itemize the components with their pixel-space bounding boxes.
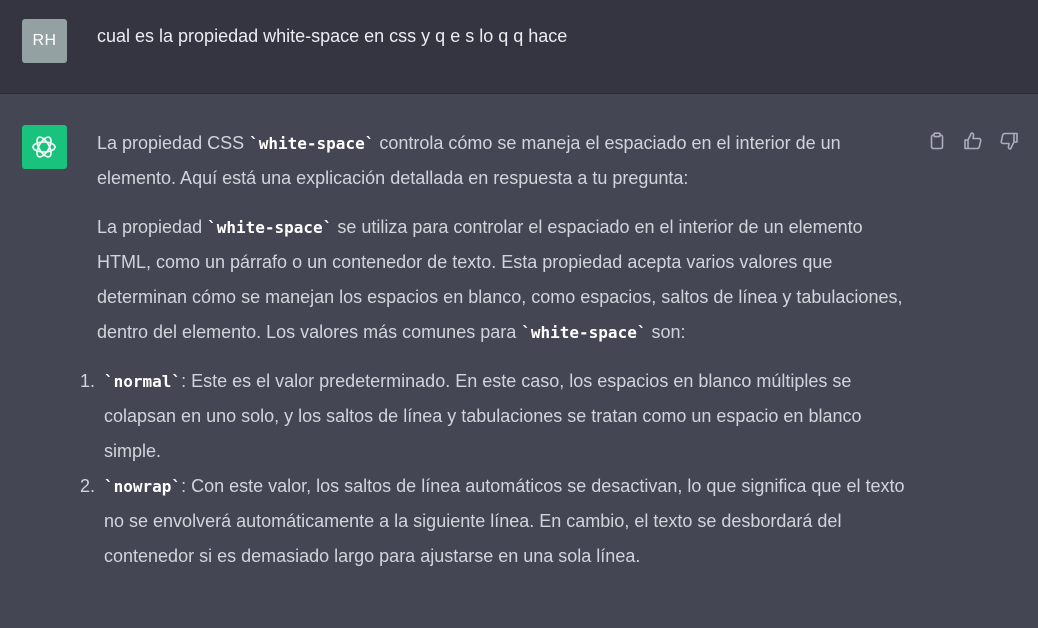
thumbs-down-icon (1000, 132, 1018, 150)
clipboard-icon (930, 132, 944, 150)
thumbs-up-icon (964, 132, 982, 150)
text: son: (646, 322, 686, 342)
user-message-row: RH cual es la propiedad white-space en c… (0, 0, 1038, 94)
list-item: 2. `nowrap`: Con este valor, los saltos d… (80, 469, 917, 574)
assistant-message-content: La propiedad CSS `white-space` controla … (80, 126, 917, 574)
inline-code: `white-space` (249, 134, 375, 153)
thumbs-up-button[interactable] (962, 130, 984, 152)
message-actions (926, 130, 1020, 152)
inline-code: `white-space` (207, 218, 333, 237)
list-item: 1. `normal`: Este es el valor predetermin… (80, 364, 917, 469)
copy-button[interactable] (926, 130, 948, 152)
list-number: 1. (80, 371, 96, 391)
values-list: 1. `normal`: Este es el valor predetermin… (80, 364, 917, 574)
inline-code: `nowrap` (104, 477, 182, 496)
chatgpt-logo-avatar (22, 125, 67, 169)
text: La propiedad CSS (97, 133, 250, 153)
list-item-text: : Este es el valor predeterminado. En es… (104, 371, 862, 461)
list-number: 2. (80, 476, 96, 496)
user-message-text: cual es la propiedad white-space en css … (97, 26, 568, 46)
list-item-text: : Con este valor, los saltos de línea au… (104, 476, 905, 566)
thumbs-down-button[interactable] (998, 130, 1020, 152)
openai-logo-icon (32, 136, 56, 158)
text: La propiedad (97, 217, 208, 237)
user-avatar: RH (22, 19, 67, 63)
paragraph-intro: La propiedad CSS `white-space` controla … (97, 126, 917, 196)
assistant-message-row: La propiedad CSS `white-space` controla … (0, 94, 1038, 628)
inline-code: `white-space` (521, 323, 647, 342)
paragraph-explanation: La propiedad `white-space` se utiliza pa… (97, 210, 917, 350)
inline-code: `normal` (104, 372, 182, 391)
